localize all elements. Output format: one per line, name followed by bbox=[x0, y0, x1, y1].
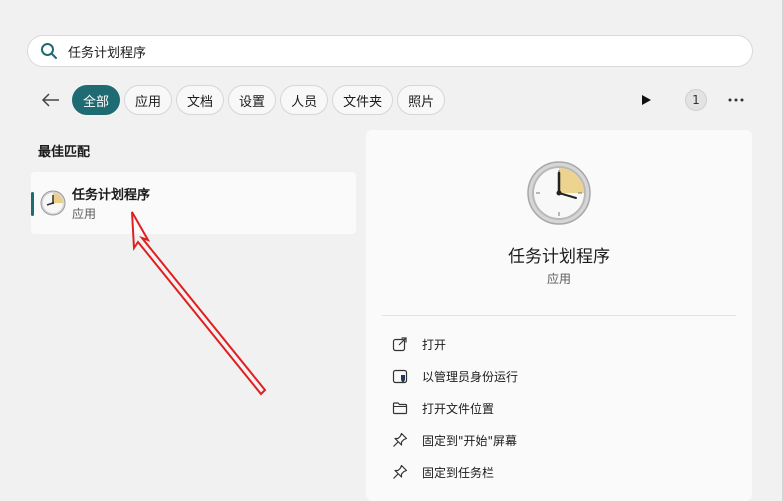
action-pin-to-start-label: 固定到"开始"屏幕 bbox=[422, 433, 518, 448]
task-scheduler-clock-icon bbox=[40, 190, 66, 216]
more-options-button[interactable] bbox=[722, 86, 750, 114]
action-pin-to-start[interactable]: 固定到"开始"屏幕 bbox=[392, 428, 517, 452]
filter-chip-all[interactable]: 全部 bbox=[72, 85, 121, 115]
filter-chip-apps[interactable]: 应用 bbox=[124, 85, 173, 115]
action-run-as-admin[interactable]: 以管理员身份运行 bbox=[392, 364, 518, 388]
annotation-arrow bbox=[131, 211, 267, 396]
pin-icon bbox=[393, 464, 408, 479]
best-match-heading: 最佳匹配 bbox=[38, 145, 91, 160]
arrow-left-icon bbox=[41, 93, 59, 107]
detail-app-type: 应用 bbox=[546, 272, 571, 286]
shield-admin-icon bbox=[392, 369, 408, 384]
detail-app-name: 任务计划程序 bbox=[508, 247, 610, 267]
search-input[interactable] bbox=[68, 39, 668, 63]
filter-chip-folders[interactable]: 文件夹 bbox=[332, 85, 394, 115]
action-open-file-location-label: 打开文件位置 bbox=[422, 401, 495, 416]
folder-icon bbox=[392, 402, 408, 415]
play-icon bbox=[642, 95, 651, 105]
more-filters-play-button[interactable] bbox=[632, 86, 660, 114]
result-subtitle: 应用 bbox=[72, 207, 97, 221]
filter-bar: 全部 应用 文档 设置 人员 文件夹 照片 1 bbox=[36, 84, 756, 116]
action-pin-to-taskbar-label: 固定到任务栏 bbox=[422, 465, 495, 480]
ellipsis-icon bbox=[728, 98, 744, 102]
result-count-badge[interactable]: 1 bbox=[685, 89, 707, 111]
start-search-window: 全部 应用 文档 设置 人员 文件夹 照片 1 最佳匹配 任务 bbox=[0, 0, 783, 501]
filter-chip-settings[interactable]: 设置 bbox=[228, 85, 277, 115]
filter-chip-documents[interactable]: 文档 bbox=[176, 85, 225, 115]
back-button[interactable] bbox=[36, 85, 66, 115]
divider bbox=[382, 315, 736, 316]
action-open[interactable]: 打开 bbox=[392, 332, 446, 356]
action-pin-to-taskbar[interactable]: 固定到任务栏 bbox=[392, 460, 494, 484]
action-open-file-location[interactable]: 打开文件位置 bbox=[392, 396, 494, 420]
action-run-as-admin-label: 以管理员身份运行 bbox=[422, 369, 519, 384]
pin-icon bbox=[393, 432, 408, 447]
filter-chip-photos[interactable]: 照片 bbox=[397, 85, 446, 115]
search-box[interactable] bbox=[27, 35, 753, 67]
task-scheduler-large-icon bbox=[527, 161, 591, 225]
action-open-label: 打开 bbox=[422, 337, 447, 352]
search-icon bbox=[41, 43, 57, 59]
open-external-icon bbox=[392, 337, 407, 352]
selection-indicator bbox=[31, 192, 34, 216]
result-title: 任务计划程序 bbox=[72, 188, 151, 203]
detail-panel: 任务计划程序 应用 打开 以管理员身份运行 打开文件位置 固定到"开始"屏幕 固… bbox=[366, 130, 752, 501]
filter-chip-people[interactable]: 人员 bbox=[280, 85, 329, 115]
